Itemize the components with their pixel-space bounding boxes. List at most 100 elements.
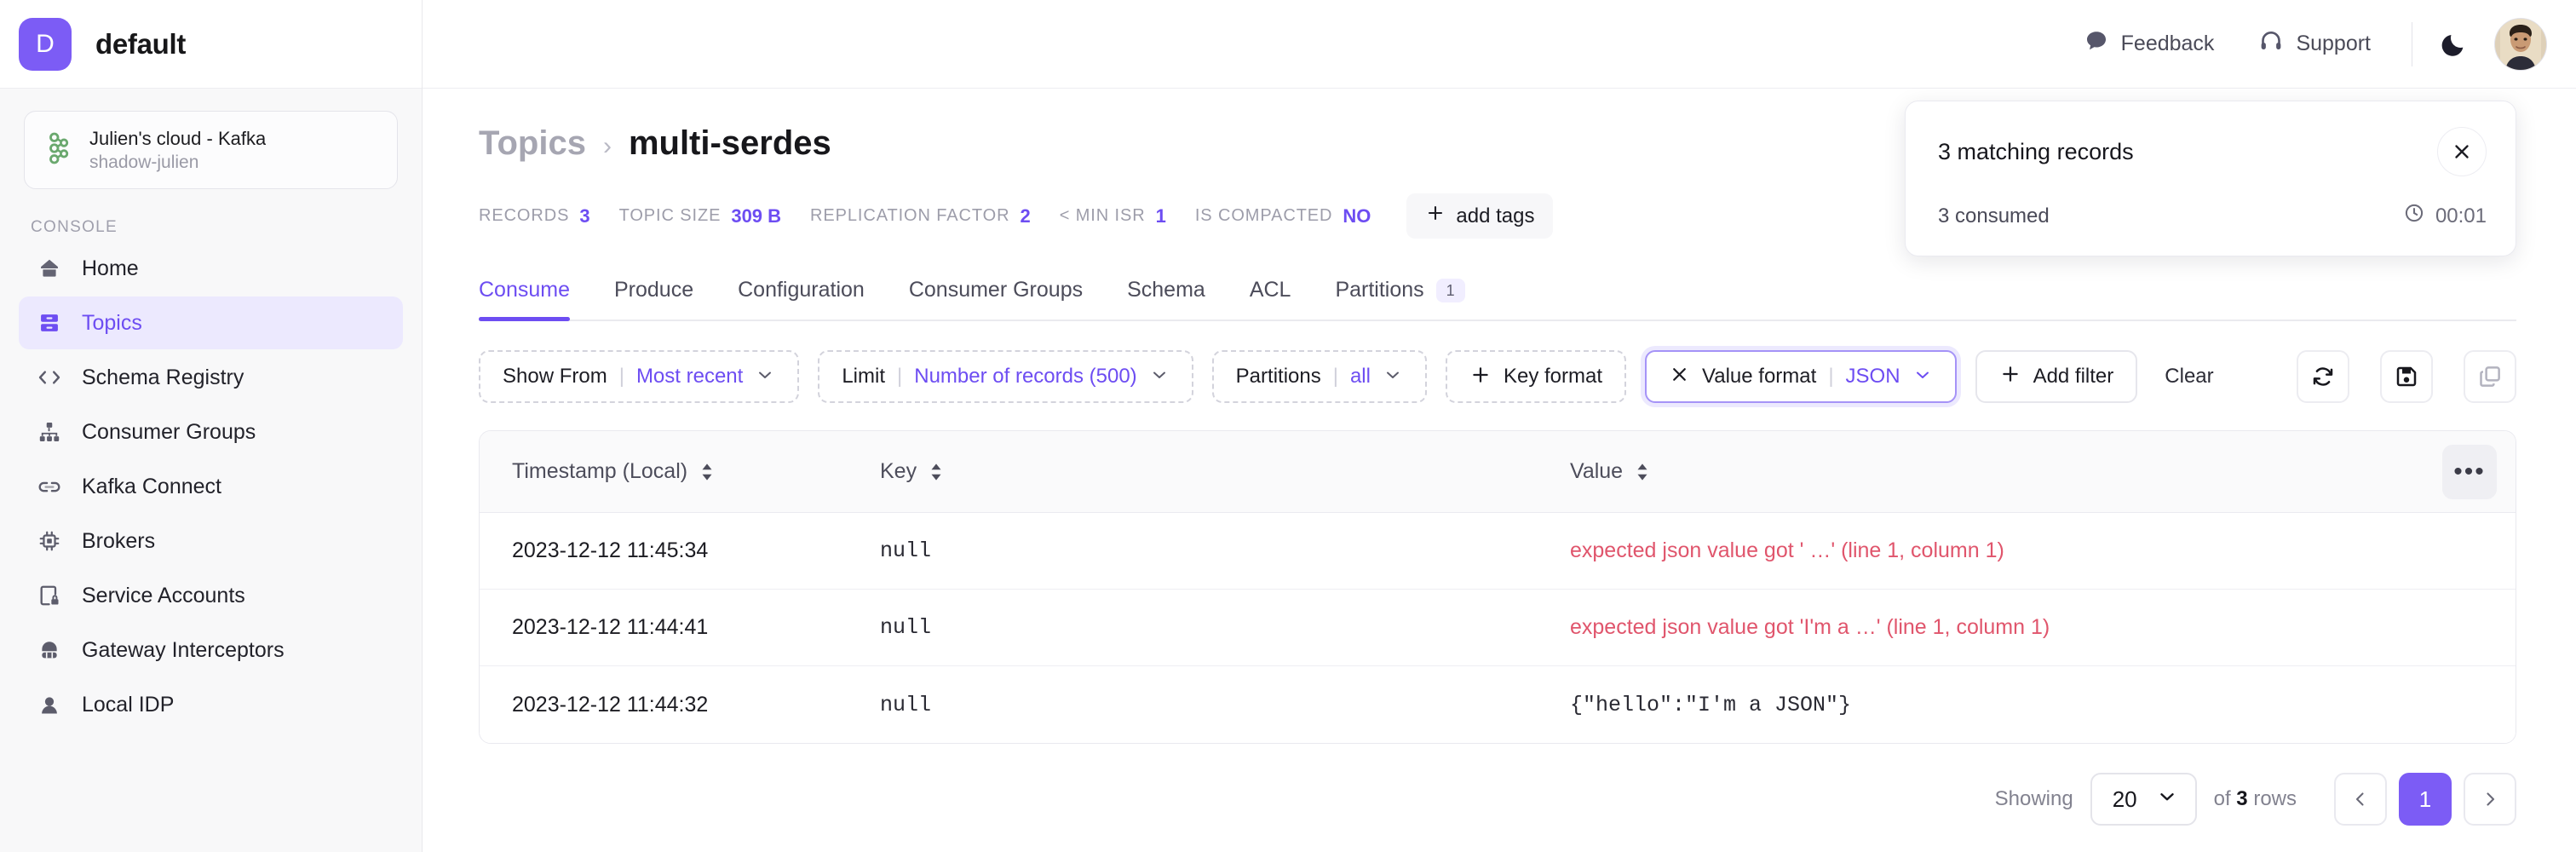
- next-page-button[interactable]: [2464, 773, 2516, 826]
- workspace-name: default: [95, 27, 187, 60]
- tab-configuration[interactable]: Configuration: [716, 278, 887, 320]
- filter-key: Show From: [503, 365, 607, 388]
- sidebar-item-label: Consumer Groups: [82, 419, 256, 444]
- gateway-icon: [36, 636, 63, 664]
- sidebar-item-kafka-connect[interactable]: Kafka Connect: [19, 460, 403, 513]
- chevron-down-icon: [755, 365, 775, 389]
- prev-page-button[interactable]: [2334, 773, 2387, 826]
- table-row[interactable]: 2023-12-12 11:44:32 null {"hello":"I'm a…: [480, 666, 2516, 743]
- filter-value-format[interactable]: Value format | JSON: [1645, 350, 1957, 403]
- hierarchy-icon: [36, 418, 63, 446]
- feedback-button[interactable]: Feedback: [2061, 28, 2237, 60]
- close-icon[interactable]: [2437, 127, 2487, 176]
- column-header-timestamp[interactable]: Timestamp (Local): [480, 459, 880, 484]
- tab-label: Configuration: [738, 278, 865, 302]
- brand-row[interactable]: D default: [0, 0, 422, 89]
- code-brackets-icon: [36, 364, 63, 391]
- tab-consume[interactable]: Consume: [479, 278, 592, 321]
- meta-topic-size: TOPIC SIZE 309 B: [619, 205, 781, 227]
- filter-partitions[interactable]: Partitions | all: [1211, 350, 1427, 403]
- sidebar-item-schema-registry[interactable]: Schema Registry: [19, 351, 403, 404]
- refresh-button[interactable]: [2297, 350, 2349, 403]
- chevron-down-icon: [2156, 786, 2178, 814]
- cluster-selector[interactable]: Julien's cloud - Kafka shadow-julien: [24, 111, 398, 189]
- chevron-down-icon: [1383, 365, 1403, 389]
- cell-value: {"hello":"I'm a JSON"}: [1570, 692, 1852, 717]
- topbar: Feedback Support: [423, 0, 2576, 89]
- filter-limit[interactable]: Limit | Number of records (500): [818, 350, 1193, 403]
- sidebar-item-label: Gateway Interceptors: [82, 637, 285, 662]
- tab-label: Consumer Groups: [908, 278, 1084, 302]
- meta-key: TOPIC SIZE: [618, 206, 722, 225]
- sidebar-item-label: Service Accounts: [82, 583, 245, 607]
- table-header-row: Timestamp (Local) Key Value •••: [480, 431, 2516, 513]
- sidebar-item-topics[interactable]: Topics: [19, 296, 403, 349]
- tab-produce[interactable]: Produce: [592, 278, 716, 320]
- row-count: 3: [2236, 787, 2248, 810]
- toast-body: 3 consumed 00:01: [1938, 202, 2487, 230]
- sidebar-item-label: Home: [82, 256, 139, 280]
- cell-timestamp: 2023-12-12 11:44:41: [512, 615, 709, 639]
- sidebar-item-label: Topics: [82, 310, 142, 335]
- clear-filters-button[interactable]: Clear: [2156, 365, 2222, 389]
- add-filter-button[interactable]: Add filter: [1975, 350, 2138, 403]
- moon-icon[interactable]: [2431, 22, 2475, 66]
- showing-label: Showing: [1994, 787, 2073, 810]
- tab-partitions[interactable]: Partitions 1: [1313, 278, 1486, 320]
- page-button-1[interactable]: 1: [2399, 773, 2452, 826]
- page-size-select[interactable]: 20: [2090, 773, 2197, 826]
- sort-icon: [699, 463, 715, 481]
- table-options-button[interactable]: •••: [2442, 444, 2497, 499]
- filter-key-format[interactable]: Key format: [1445, 350, 1627, 403]
- tab-acl[interactable]: ACL: [1228, 278, 1314, 320]
- table-row[interactable]: 2023-12-12 11:44:41 null expected json v…: [480, 590, 2516, 666]
- filter-divider: |: [1332, 365, 1338, 388]
- column-label: Value: [1570, 459, 1624, 483]
- clock-icon: [2403, 202, 2425, 230]
- sidebar: D default Julien's cloud - Kafka shadow-…: [0, 0, 423, 852]
- main-area: Feedback Support Topics › multi-serdes R…: [423, 0, 2576, 852]
- device-lock-icon: [36, 582, 63, 609]
- meta-replication-factor: REPLICATION FACTOR 2: [810, 205, 1031, 227]
- home-icon: [36, 255, 63, 282]
- add-tags-button[interactable]: add tags: [1406, 193, 1554, 239]
- add-filter-label: Add filter: [2033, 365, 2114, 388]
- copy-button[interactable]: [2464, 350, 2516, 403]
- meta-value: 1: [1155, 204, 1166, 227]
- meta-key: IS COMPACTED: [1194, 206, 1333, 225]
- sort-icon: [1635, 463, 1650, 481]
- link-icon: [36, 473, 63, 500]
- sidebar-item-consumer-groups[interactable]: Consumer Groups: [19, 406, 403, 458]
- save-button[interactable]: [2380, 350, 2433, 403]
- of-suffix: rows: [2253, 787, 2297, 810]
- sort-icon: [929, 463, 944, 481]
- records-table: Timestamp (Local) Key Value ••• 2023-12-…: [479, 430, 2516, 744]
- breadcrumb-parent[interactable]: Topics: [479, 124, 586, 163]
- sidebar-nav: Home Topics Schema Registry Consumer Gro…: [0, 242, 422, 731]
- sidebar-item-local-idp[interactable]: Local IDP: [19, 678, 403, 731]
- table-row[interactable]: 2023-12-12 11:45:34 null expected json v…: [480, 513, 2516, 590]
- sidebar-item-gateway-interceptors[interactable]: Gateway Interceptors: [19, 624, 403, 676]
- user-avatar[interactable]: [2494, 17, 2547, 71]
- filter-show-from[interactable]: Show From | Most recent: [479, 350, 800, 403]
- sidebar-item-home[interactable]: Home: [19, 242, 403, 295]
- sidebar-item-brokers[interactable]: Brokers: [19, 515, 403, 567]
- sidebar-item-service-accounts[interactable]: Service Accounts: [19, 569, 403, 622]
- sidebar-item-label: Local IDP: [82, 692, 175, 717]
- support-button[interactable]: Support: [2236, 28, 2393, 60]
- column-header-key[interactable]: Key: [880, 459, 1570, 484]
- filter-divider: |: [1828, 365, 1834, 388]
- filter-value: Number of records (500): [914, 365, 1137, 388]
- cluster-name: Julien's cloud - Kafka: [89, 127, 267, 149]
- column-header-value[interactable]: Value: [1570, 459, 2516, 484]
- x-icon[interactable]: [1669, 364, 1690, 389]
- meta-key: < MIN ISR: [1059, 206, 1146, 225]
- tab-label: Produce: [614, 278, 694, 302]
- tab-label: Consume: [479, 278, 570, 302]
- of-prefix: of: [2213, 787, 2231, 810]
- meta-key: RECORDS: [479, 206, 570, 225]
- tab-schema[interactable]: Schema: [1105, 278, 1228, 320]
- tab-consumer-groups[interactable]: Consumer Groups: [887, 278, 1105, 320]
- plus-icon: [1469, 364, 1492, 390]
- column-label: Key: [880, 459, 917, 483]
